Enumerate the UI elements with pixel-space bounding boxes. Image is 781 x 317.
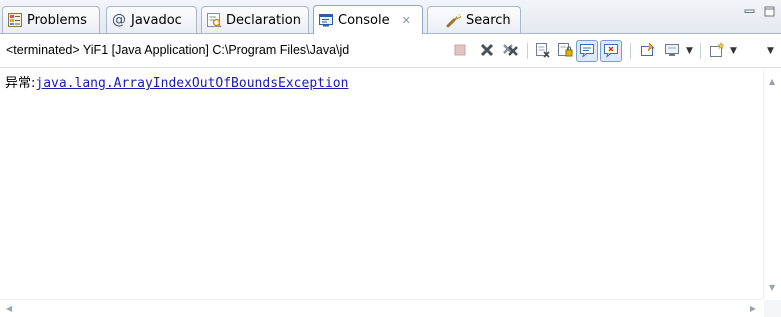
- javadoc-at-icon: @: [112, 12, 126, 28]
- tab-label: Console: [338, 12, 390, 28]
- tab-console[interactable]: Console ✕: [313, 5, 423, 34]
- scroll-up-icon[interactable]: ▲: [769, 77, 775, 86]
- pin-console-button[interactable]: [639, 42, 657, 60]
- problems-icon: [7, 12, 23, 28]
- tab-label: Javadoc: [131, 12, 182, 28]
- toolbar-separator: [700, 43, 701, 59]
- open-console-button[interactable]: [708, 41, 726, 61]
- display-selected-console-button[interactable]: [663, 42, 681, 60]
- horizontal-scrollbar[interactable]: ◀ ▶: [0, 299, 764, 317]
- toolbar-separator: [527, 43, 528, 59]
- console-output-area[interactable]: 异常:java.lang.ArrayIndexOutOfBoundsExcept…: [0, 68, 781, 317]
- console-stderr-icon: [603, 42, 619, 61]
- terminate-stop-icon: [454, 44, 466, 59]
- scroll-lock-icon: [557, 42, 573, 61]
- maximize-icon[interactable]: [764, 6, 775, 17]
- close-icon[interactable]: ✕: [402, 14, 411, 27]
- scroll-right-icon[interactable]: ▶: [750, 304, 756, 313]
- view-window-controls: [744, 6, 775, 17]
- tab-label: Problems: [27, 12, 87, 28]
- exception-link[interactable]: java.lang.ArrayIndexOutOfBoundsException: [35, 76, 348, 91]
- display-console-icon: [664, 42, 680, 61]
- scroll-left-icon[interactable]: ◀: [6, 304, 12, 313]
- view-menu-icon[interactable]: ▼: [767, 46, 774, 56]
- scroll-lock-button[interactable]: [556, 42, 574, 60]
- remove-launch-button[interactable]: [478, 42, 496, 60]
- console-line: 异常:java.lang.ArrayIndexOutOfBoundsExcept…: [5, 72, 348, 91]
- tab-label: Declaration: [226, 12, 301, 28]
- console-icon: [318, 12, 334, 28]
- tab-javadoc[interactable]: @ Javadoc: [106, 6, 197, 33]
- minimize-icon[interactable]: [744, 6, 755, 17]
- tab-declaration[interactable]: Declaration: [201, 6, 309, 33]
- pin-console-icon: [640, 42, 656, 61]
- clear-console-icon: [535, 42, 551, 61]
- chevron-down-icon[interactable]: ▼: [730, 46, 737, 56]
- chevron-down-icon[interactable]: ▼: [686, 46, 693, 56]
- scrollbar-corner: [764, 300, 781, 317]
- exception-prefix: 异常:: [5, 76, 36, 91]
- vertical-scrollbar[interactable]: ▲ ▼: [763, 68, 781, 300]
- remove-all-terminated-button[interactable]: [502, 42, 520, 60]
- remove-x-icon: [480, 43, 494, 60]
- tab-search[interactable]: Search: [427, 6, 521, 33]
- console-stdout-icon: [579, 42, 595, 61]
- clear-console-button[interactable]: [534, 42, 552, 60]
- terminate-button[interactable]: [451, 42, 469, 60]
- tab-problems[interactable]: Problems: [2, 6, 100, 33]
- scroll-down-icon[interactable]: ▼: [769, 283, 775, 292]
- tab-label: Search: [466, 12, 511, 28]
- declaration-icon: [206, 12, 222, 28]
- process-description: <terminated> YiF1 [Java Application] C:\…: [6, 43, 350, 57]
- remove-all-icon: [503, 42, 519, 61]
- show-on-stderr-button[interactable]: [600, 40, 622, 62]
- view-tab-bar: Problems @ Javadoc Declaration Console ✕…: [0, 0, 781, 34]
- new-console-icon: [709, 41, 725, 61]
- show-on-stdout-button[interactable]: [576, 40, 598, 62]
- search-flashlight-icon: [446, 12, 462, 28]
- console-toolbar: <terminated> YiF1 [Java Application] C:\…: [0, 34, 781, 68]
- toolbar-separator: [630, 43, 631, 59]
